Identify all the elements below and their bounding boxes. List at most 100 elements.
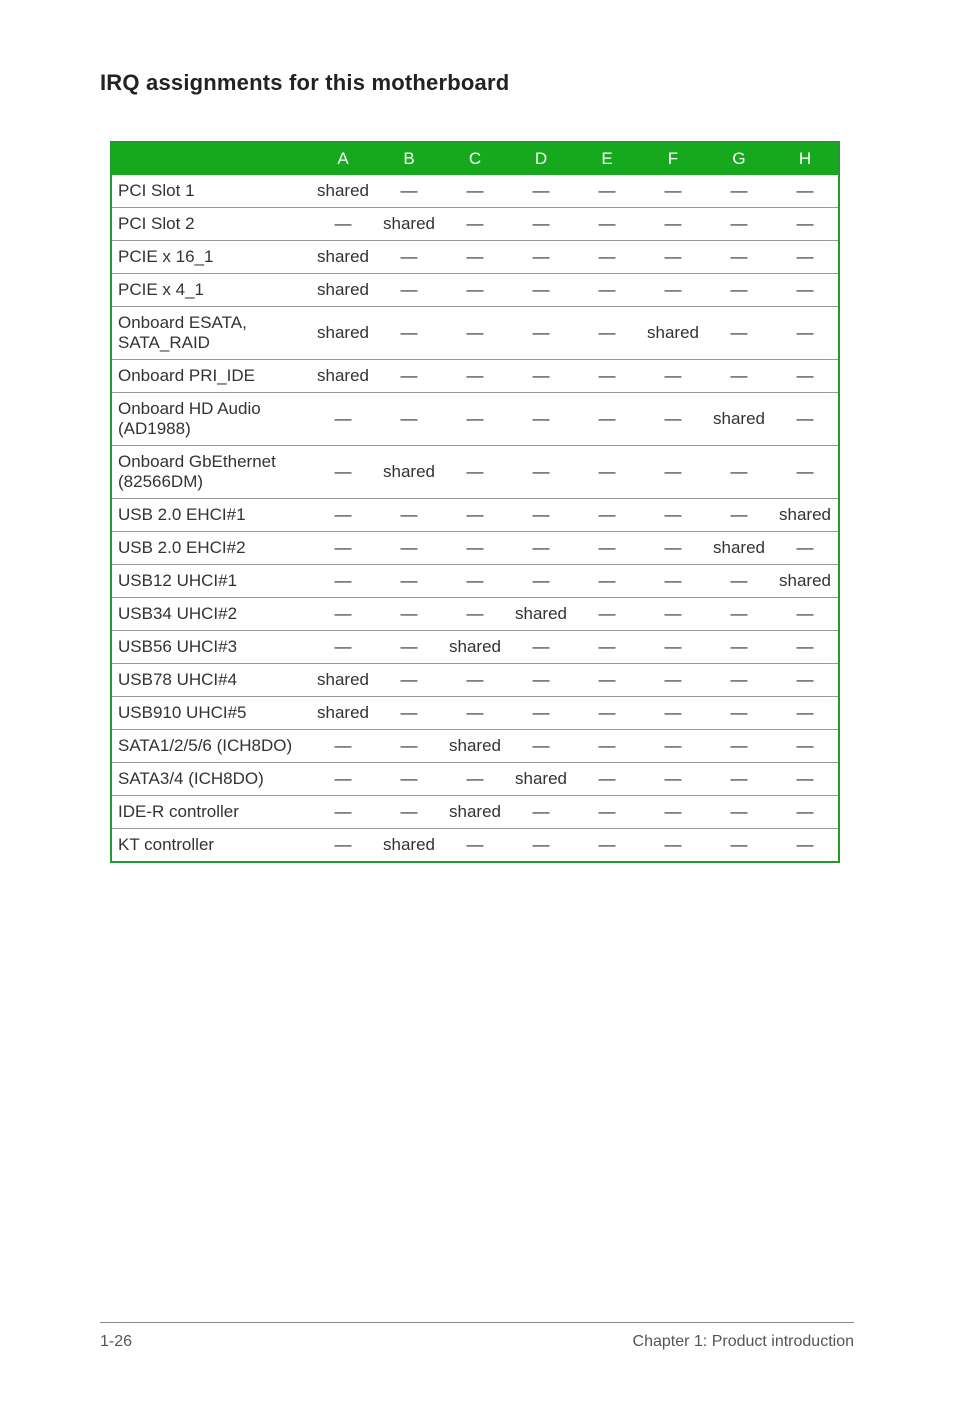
row-cell: —: [508, 446, 574, 499]
row-cell: —: [508, 631, 574, 664]
table-row: Onboard HD Audio (AD1988)——————shared—: [112, 393, 838, 446]
table-row: USB78 UHCI#4shared———————: [112, 664, 838, 697]
row-label: USB 2.0 EHCI#1: [112, 499, 310, 532]
row-cell: shared: [772, 499, 838, 532]
row-cell: —: [574, 565, 640, 598]
row-cell: —: [574, 208, 640, 241]
row-cell: —: [376, 274, 442, 307]
row-cell: —: [574, 241, 640, 274]
row-cell: —: [706, 307, 772, 360]
row-cell: —: [574, 697, 640, 730]
row-cell: —: [772, 664, 838, 697]
row-label: SATA1/2/5/6 (ICH8DO): [112, 730, 310, 763]
row-cell: shared: [310, 360, 376, 393]
row-cell: —: [640, 697, 706, 730]
row-cell: —: [376, 598, 442, 631]
row-cell: —: [442, 360, 508, 393]
table-row: Onboard ESATA, SATA_RAIDshared————shared…: [112, 307, 838, 360]
table-row: IDE-R controller——shared—————: [112, 796, 838, 829]
row-cell: —: [508, 274, 574, 307]
row-cell: —: [574, 175, 640, 208]
row-cell: —: [640, 499, 706, 532]
table-row: KT controller—shared——————: [112, 829, 838, 862]
table-row: SATA3/4 (ICH8DO)———shared————: [112, 763, 838, 796]
row-cell: —: [574, 499, 640, 532]
row-cell: —: [442, 829, 508, 862]
row-cell: —: [574, 393, 640, 446]
row-cell: shared: [706, 393, 772, 446]
table-row: PCI Slot 1shared———————: [112, 175, 838, 208]
table-row: USB 2.0 EHCI#1———————shared: [112, 499, 838, 532]
row-label: IDE-R controller: [112, 796, 310, 829]
row-cell: —: [574, 631, 640, 664]
row-cell: —: [442, 241, 508, 274]
row-cell: —: [640, 796, 706, 829]
row-label: USB910 UHCI#5: [112, 697, 310, 730]
row-cell: —: [310, 763, 376, 796]
page-footer: 1-26 Chapter 1: Product introduction: [100, 1322, 854, 1351]
row-cell: —: [508, 499, 574, 532]
row-cell: —: [640, 730, 706, 763]
row-cell: —: [706, 730, 772, 763]
row-label: Onboard GbEthernet (82566DM): [112, 446, 310, 499]
row-cell: —: [640, 829, 706, 862]
row-cell: —: [310, 565, 376, 598]
row-cell: —: [706, 241, 772, 274]
row-label: PCI Slot 2: [112, 208, 310, 241]
header-col-g: G: [706, 143, 772, 175]
row-label: USB12 UHCI#1: [112, 565, 310, 598]
row-cell: —: [772, 175, 838, 208]
row-cell: —: [442, 208, 508, 241]
row-cell: —: [574, 360, 640, 393]
row-cell: —: [310, 829, 376, 862]
table-row: USB56 UHCI#3——shared—————: [112, 631, 838, 664]
header-col-d: D: [508, 143, 574, 175]
table-row: PCI Slot 2—shared——————: [112, 208, 838, 241]
header-col-c: C: [442, 143, 508, 175]
row-cell: shared: [706, 532, 772, 565]
row-cell: —: [640, 664, 706, 697]
row-cell: shared: [376, 829, 442, 862]
row-cell: —: [376, 532, 442, 565]
row-cell: —: [772, 393, 838, 446]
row-cell: —: [772, 598, 838, 631]
row-cell: —: [640, 532, 706, 565]
row-cell: —: [640, 241, 706, 274]
row-cell: shared: [310, 697, 376, 730]
row-label: USB 2.0 EHCI#2: [112, 532, 310, 565]
row-cell: —: [442, 598, 508, 631]
row-cell: —: [706, 763, 772, 796]
irq-table: A B C D E F G H PCI Slot 1shared———————P…: [112, 143, 838, 861]
row-cell: —: [442, 499, 508, 532]
row-cell: shared: [508, 763, 574, 796]
row-cell: —: [442, 532, 508, 565]
row-cell: —: [508, 393, 574, 446]
row-cell: —: [310, 208, 376, 241]
table-row: SATA1/2/5/6 (ICH8DO)——shared—————: [112, 730, 838, 763]
row-label: USB56 UHCI#3: [112, 631, 310, 664]
row-cell: shared: [310, 664, 376, 697]
row-cell: —: [508, 241, 574, 274]
row-cell: —: [640, 360, 706, 393]
footer-page-number: 1-26: [100, 1333, 132, 1351]
row-cell: —: [640, 631, 706, 664]
row-cell: —: [442, 307, 508, 360]
header-col-e: E: [574, 143, 640, 175]
row-label: PCIE x 4_1: [112, 274, 310, 307]
row-cell: —: [310, 730, 376, 763]
table-row: USB34 UHCI#2———shared————: [112, 598, 838, 631]
table-row: USB12 UHCI#1———————shared: [112, 565, 838, 598]
row-cell: —: [706, 208, 772, 241]
row-cell: —: [310, 446, 376, 499]
header-col-h: H: [772, 143, 838, 175]
row-cell: shared: [310, 307, 376, 360]
row-cell: —: [376, 360, 442, 393]
row-cell: —: [508, 307, 574, 360]
row-cell: —: [376, 730, 442, 763]
row-cell: —: [772, 532, 838, 565]
table-row: Onboard GbEthernet (82566DM)—shared—————…: [112, 446, 838, 499]
row-cell: —: [508, 565, 574, 598]
row-cell: —: [574, 446, 640, 499]
row-cell: —: [442, 697, 508, 730]
row-cell: —: [376, 175, 442, 208]
